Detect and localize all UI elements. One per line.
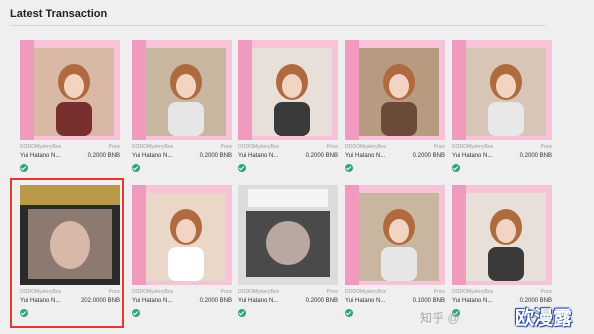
collection-label: DODOMysteryBox: [132, 144, 174, 150]
nft-name: Yui Hatano N...: [345, 153, 386, 159]
nft-price: 0.2000 BNB: [199, 153, 232, 159]
nft-price: 0.2000 BNB: [199, 298, 232, 304]
nft-price: 0.2000 BNB: [412, 153, 445, 159]
check-icon: [345, 164, 353, 172]
check-icon: [452, 164, 460, 172]
nft-card[interactable]: DODOMysteryBox Price Yui Hatano N... 0.2000…: [345, 40, 445, 182]
watermark-text: 知乎 @: [420, 311, 460, 325]
price-label: Price: [326, 144, 338, 150]
nft-price: 0.2000 BNB: [519, 153, 552, 159]
nft-artwork: [238, 185, 338, 285]
nft-artwork: [238, 40, 338, 140]
transaction-panel: Latest Transaction DODOMysteryBox Price Yu…: [0, 0, 594, 334]
nft-price: 0.2000 BNB: [87, 153, 120, 159]
price-label: Price: [433, 144, 445, 150]
nft-name: Yui Hatano N...: [345, 298, 386, 304]
check-icon: [345, 309, 353, 317]
collection-label: DODOMysteryBox: [452, 144, 494, 150]
nft-artwork: [20, 40, 120, 140]
nft-card[interactable]: DODOMysteryBox Price Yui Hatano N... 0.2000…: [20, 40, 120, 182]
nft-thumbnail[interactable]: [20, 40, 120, 140]
nft-name: Yui Hatano N...: [238, 298, 279, 304]
nft-thumbnail[interactable]: [132, 185, 232, 285]
price-label: Price: [540, 144, 552, 150]
section-title: Latest Transaction: [10, 8, 108, 20]
nft-thumbnail[interactable]: [452, 40, 552, 140]
check-icon: [238, 309, 246, 317]
nft-artwork: [345, 40, 445, 140]
price-label: Price: [220, 289, 232, 295]
nft-name: Yui Hatano N...: [132, 298, 173, 304]
price-label: Price: [433, 289, 445, 295]
nft-name: Yui Hatano N...: [452, 153, 493, 159]
price-label: Price: [540, 289, 552, 295]
collection-label: DODOMysteryBox: [20, 144, 62, 150]
check-icon: [132, 164, 140, 172]
nft-price: 0.1000 BNB: [412, 298, 445, 304]
highlight-box: [10, 178, 124, 328]
collection-label: DODOMysteryBox: [345, 144, 387, 150]
check-icon: [132, 309, 140, 317]
nft-card[interactable]: DODOMysteryBox Price Yui Hatano N... 0.2000…: [132, 40, 232, 182]
nft-thumbnail[interactable]: [238, 185, 338, 285]
nft-name: Yui Hatano N...: [452, 298, 493, 304]
collection-label: DODOMysteryBox: [345, 289, 387, 295]
price-label: Price: [220, 144, 232, 150]
nft-thumbnail[interactable]: [345, 40, 445, 140]
collection-label: DODOMysteryBox: [452, 289, 494, 295]
nft-name: Yui Hatano N...: [238, 153, 279, 159]
nft-card[interactable]: DODOMysteryBox Price Yui Hatano N... 0.2000…: [132, 185, 232, 327]
nft-name: Yui Hatano N...: [132, 153, 173, 159]
collection-label: DODOMysteryBox: [132, 289, 174, 295]
price-label: Price: [326, 289, 338, 295]
nft-thumbnail[interactable]: [345, 185, 445, 285]
nft-artwork: [452, 185, 552, 285]
nft-thumbnail[interactable]: [452, 185, 552, 285]
nft-card[interactable]: DODOMysteryBox Price Yui Hatano N... 0.1000…: [345, 185, 445, 327]
nft-name: Yui Hatano N...: [20, 153, 61, 159]
price-label: Price: [108, 144, 120, 150]
nft-card[interactable]: DODOMysteryBox Price Yui Hatano N... 0.2000…: [238, 40, 338, 182]
nft-thumbnail[interactable]: [132, 40, 232, 140]
nft-artwork: [132, 185, 232, 285]
nft-thumbnail[interactable]: [238, 40, 338, 140]
collection-label: DODOMysteryBox: [238, 289, 280, 295]
nft-artwork: [132, 40, 232, 140]
check-icon: [238, 164, 246, 172]
nft-price: 0.2000 BNB: [305, 298, 338, 304]
nft-price: 0.2000 BNB: [305, 153, 338, 159]
check-icon: [20, 164, 28, 172]
nft-card[interactable]: DODOMysteryBox Price Yui Hatano N... 0.2000…: [452, 40, 552, 182]
nft-card[interactable]: DODOMysteryBox Price Yui Hatano N... 0.2000…: [238, 185, 338, 327]
nft-artwork: [345, 185, 445, 285]
divider: [10, 25, 546, 26]
collection-label: DODOMysteryBox: [238, 144, 280, 150]
watermark-logo: 欧漫露: [515, 308, 573, 329]
nft-artwork: [452, 40, 552, 140]
